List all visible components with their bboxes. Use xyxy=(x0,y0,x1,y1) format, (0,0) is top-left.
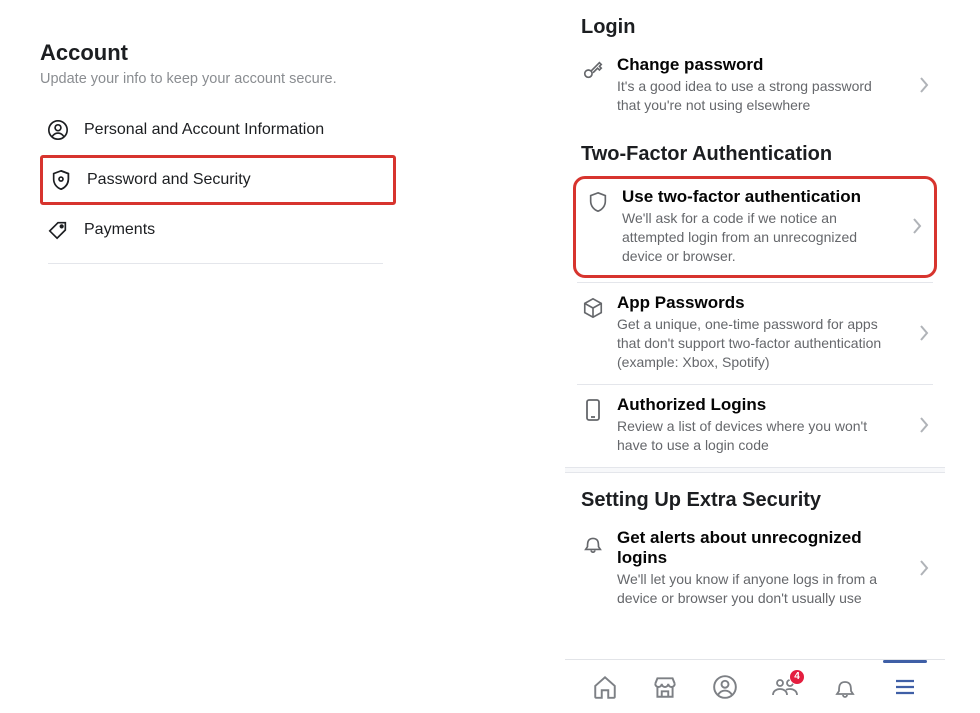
row-description: Review a list of devices where you won't… xyxy=(617,417,885,455)
chevron-right-icon xyxy=(915,559,933,577)
notification-badge: 4 xyxy=(789,669,805,685)
row-description: Get a unique, one-time password for apps… xyxy=(617,315,885,372)
chevron-right-icon xyxy=(915,76,933,94)
notifications-tab[interactable] xyxy=(827,669,863,705)
shield-icon xyxy=(49,168,73,192)
row-description: We'll let you know if anyone logs in fro… xyxy=(617,570,885,608)
bottom-tab-bar: 4 xyxy=(565,659,945,713)
security-settings-screen: Login Change password It's a good idea t… xyxy=(565,0,945,713)
store-icon xyxy=(652,674,678,700)
row-title: Use two-factor authentication xyxy=(622,187,878,207)
sidebar-subtitle: Update your info to keep your account se… xyxy=(40,71,396,87)
bell-icon xyxy=(833,674,857,700)
row-title: App Passwords xyxy=(617,293,885,313)
row-description: We'll ask for a code if we notice an att… xyxy=(622,209,878,266)
row-use-two-factor[interactable]: Use two-factor authentication We'll ask … xyxy=(573,176,937,279)
account-settings-sidebar: Account Update your info to keep your ac… xyxy=(0,0,430,713)
row-login-alerts[interactable]: Get alerts about unrecognized logins We'… xyxy=(565,518,945,620)
cube-icon xyxy=(581,293,605,321)
shield-icon xyxy=(586,187,610,215)
sidebar-item-payments[interactable]: Payments xyxy=(40,205,396,255)
home-icon xyxy=(592,674,618,700)
user-circle-icon xyxy=(712,674,738,700)
sidebar-title: Account xyxy=(40,40,396,66)
row-app-passwords[interactable]: App Passwords Get a unique, one-time pas… xyxy=(565,283,945,384)
settings-scroll-area[interactable]: Login Change password It's a good idea t… xyxy=(565,0,945,713)
chevron-right-icon xyxy=(915,416,933,434)
user-circle-icon xyxy=(46,118,70,142)
chevron-right-icon xyxy=(908,217,926,235)
row-description: It's a good idea to use a strong passwor… xyxy=(617,77,885,115)
key-icon xyxy=(581,55,605,83)
section-header-login: Login xyxy=(565,0,945,45)
phone-icon xyxy=(581,395,605,423)
sidebar-item-label: Password and Security xyxy=(87,171,251,189)
menu-icon xyxy=(893,675,917,699)
home-tab[interactable] xyxy=(587,669,623,705)
row-title: Get alerts about unrecognized logins xyxy=(617,528,885,568)
sidebar-item-label: Personal and Account Information xyxy=(84,121,324,139)
marketplace-tab[interactable] xyxy=(647,669,683,705)
groups-tab[interactable]: 4 xyxy=(767,669,803,705)
sidebar-item-password-security[interactable]: Password and Security xyxy=(40,155,396,205)
row-change-password[interactable]: Change password It's a good idea to use … xyxy=(565,45,945,127)
row-title: Authorized Logins xyxy=(617,395,885,415)
menu-tab[interactable] xyxy=(887,669,923,705)
bell-icon xyxy=(581,528,605,556)
row-title: Change password xyxy=(617,55,885,75)
row-authorized-logins[interactable]: Authorized Logins Review a list of devic… xyxy=(565,385,945,467)
sidebar-item-personal-info[interactable]: Personal and Account Information xyxy=(40,105,396,155)
section-header-2fa: Two-Factor Authentication xyxy=(565,127,945,172)
section-header-extra-security: Setting Up Extra Security xyxy=(565,473,945,518)
sidebar-item-label: Payments xyxy=(84,221,155,239)
tag-icon xyxy=(46,218,70,242)
divider xyxy=(48,263,383,264)
chevron-right-icon xyxy=(915,324,933,342)
profile-tab[interactable] xyxy=(707,669,743,705)
